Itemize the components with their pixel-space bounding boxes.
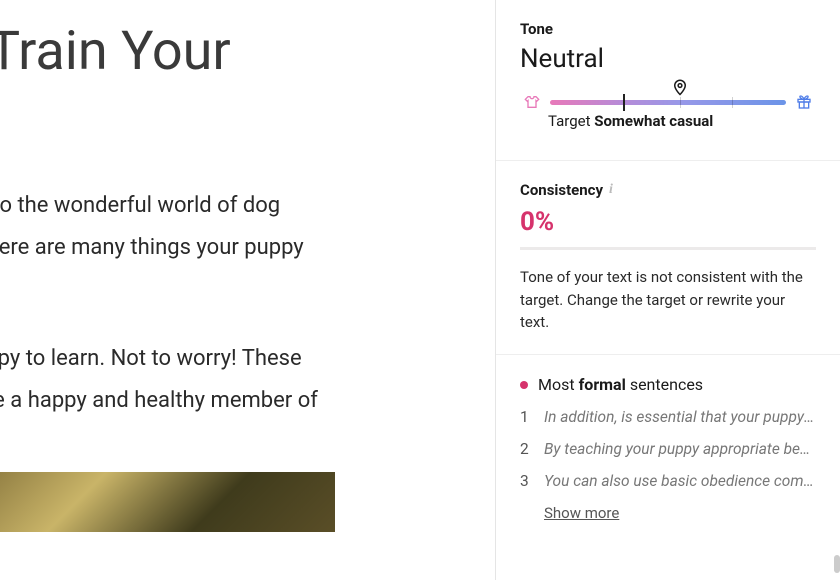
body-line: l become a happy and healthy member of (0, 380, 475, 422)
sentence-text: In addition, is essential that your pupp… (544, 408, 816, 426)
tone-sidebar: Tone Neutral (495, 0, 840, 580)
sentence-item[interactable]: 3 You can also use basic obedience comma… (520, 472, 816, 490)
editor-main: ou Train Your elcome to the wonderful wo… (0, 0, 495, 580)
sentence-text: You can also use basic obedience command… (544, 472, 816, 490)
tone-label: Tone (520, 20, 816, 38)
target-label-row: Target Somewhat casual (548, 112, 812, 130)
target-marker (623, 94, 625, 111)
tone-value: Neutral (520, 44, 816, 74)
current-tone-pin-icon[interactable] (671, 78, 689, 100)
tone-slider-track[interactable] (550, 100, 786, 105)
body-line: elcome to the wonderful world of dog (0, 185, 475, 227)
body-line: of these. (0, 268, 475, 310)
sentence-text: By teaching your puppy appropriate behav… (544, 440, 816, 458)
gift-icon (796, 94, 812, 110)
sentence-number: 2 (520, 440, 530, 458)
body-line: new puppy to learn. Not to worry! These (0, 338, 475, 380)
shirt-icon (524, 94, 540, 110)
info-icon[interactable]: i (609, 182, 613, 198)
tone-slider[interactable]: Target Somewhat casual (524, 94, 812, 130)
consistency-description: Tone of your text is not consistent with… (520, 266, 816, 334)
sentences-header: Most formal sentences (520, 375, 816, 394)
sentence-item[interactable]: 2 By teaching your puppy appropriate beh… (520, 440, 816, 458)
consistency-progress (520, 247, 816, 250)
target-value: Somewhat casual (594, 112, 713, 130)
document-body[interactable]: elcome to the wonderful world of dog wor… (0, 185, 475, 422)
tone-section: Tone Neutral (496, 0, 840, 161)
scrollbar-thumb[interactable] (834, 555, 840, 573)
consistency-label: Consistency (520, 181, 603, 199)
sentence-item[interactable]: 1 In addition, is essential that your pu… (520, 408, 816, 426)
formal-dot-icon (520, 381, 528, 389)
body-line: work. There are many things your puppy (0, 227, 475, 269)
document-image (0, 472, 335, 532)
consistency-value: 0% (520, 207, 816, 237)
sentence-number: 1 (520, 408, 530, 426)
document-title[interactable]: ou Train Your (0, 20, 475, 85)
sentences-section: Most formal sentences 1 In addition, is … (496, 355, 840, 542)
consistency-section: Consistency i 0% Tone of your text is no… (496, 161, 840, 355)
show-more-link[interactable]: Show more (544, 504, 816, 522)
sentence-number: 3 (520, 472, 530, 490)
